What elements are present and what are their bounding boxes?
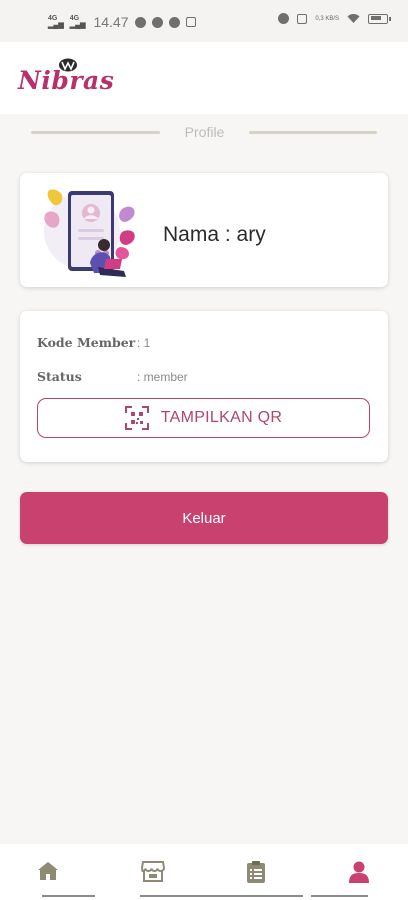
home-icon bbox=[37, 862, 58, 880]
signal-1-icon: 4G ▂▄▆ bbox=[48, 15, 64, 29]
alarm-icon bbox=[278, 13, 290, 24]
divider-left bbox=[31, 131, 160, 134]
show-qr-button[interactable]: TAMPILKAN QR bbox=[37, 398, 370, 438]
member-status-label: Status bbox=[37, 369, 82, 384]
nav-store[interactable] bbox=[105, 844, 235, 900]
bottom-nav bbox=[0, 844, 408, 900]
person-icon bbox=[348, 861, 369, 883]
network-type-1: 4G bbox=[48, 15, 58, 22]
nav-indicator-orders bbox=[208, 895, 303, 897]
nav-profile[interactable] bbox=[311, 844, 406, 900]
wifi-icon bbox=[347, 14, 360, 23]
page-title: Profile bbox=[184, 124, 225, 140]
profile-name: Nama : ary bbox=[163, 223, 266, 246]
divider-right bbox=[249, 131, 377, 134]
member-code-value: : 1 bbox=[137, 336, 151, 350]
member-code-row: Kode Member : 1 bbox=[37, 335, 150, 350]
nav-orders[interactable] bbox=[208, 844, 303, 900]
status-bar: 4G ▂▄▆ 4G ▂▄▆ 14.47 0,3 KB/S bbox=[0, 0, 408, 42]
clock: 14.47 bbox=[93, 14, 129, 30]
signal-2-icon: 4G ▂▄▆ bbox=[69, 15, 86, 29]
member-code-label: Kode Member bbox=[37, 335, 136, 350]
member-status-row: Status : member bbox=[37, 369, 188, 384]
member-info-card: Kode Member : 1 Status : member TAMPILKA… bbox=[20, 311, 388, 462]
clipboard-icon bbox=[246, 861, 265, 883]
nav-home[interactable] bbox=[0, 844, 95, 900]
profile-card: Nama : ary bbox=[20, 173, 388, 287]
app-notification-icon bbox=[151, 16, 163, 28]
status-right: 0,3 KB/S bbox=[278, 13, 391, 24]
battery-icon bbox=[368, 13, 391, 24]
gallery-icon bbox=[185, 17, 196, 27]
show-qr-label: TAMPILKAN QR bbox=[160, 409, 283, 426]
nav-indicator-home bbox=[42, 895, 95, 897]
section-header: Profile bbox=[0, 120, 408, 146]
vibrate-icon bbox=[297, 13, 308, 24]
brand-name: Nibras bbox=[18, 66, 115, 95]
nav-indicator-profile bbox=[311, 895, 368, 897]
notification-icon bbox=[134, 16, 146, 28]
logout-button[interactable]: Keluar bbox=[20, 492, 388, 544]
app-bar: Nibras bbox=[0, 42, 408, 114]
profile-illustration bbox=[44, 189, 135, 277]
net-speed: 0,3 KB/S bbox=[315, 15, 339, 22]
status-left: 4G ▂▄▆ 4G ▂▄▆ 14.47 bbox=[48, 14, 196, 30]
store-icon bbox=[140, 861, 165, 882]
member-status-value: : member bbox=[137, 370, 188, 384]
qr-scan-icon bbox=[124, 406, 149, 430]
message-icon bbox=[168, 16, 180, 28]
network-type-2: 4G bbox=[69, 15, 80, 22]
